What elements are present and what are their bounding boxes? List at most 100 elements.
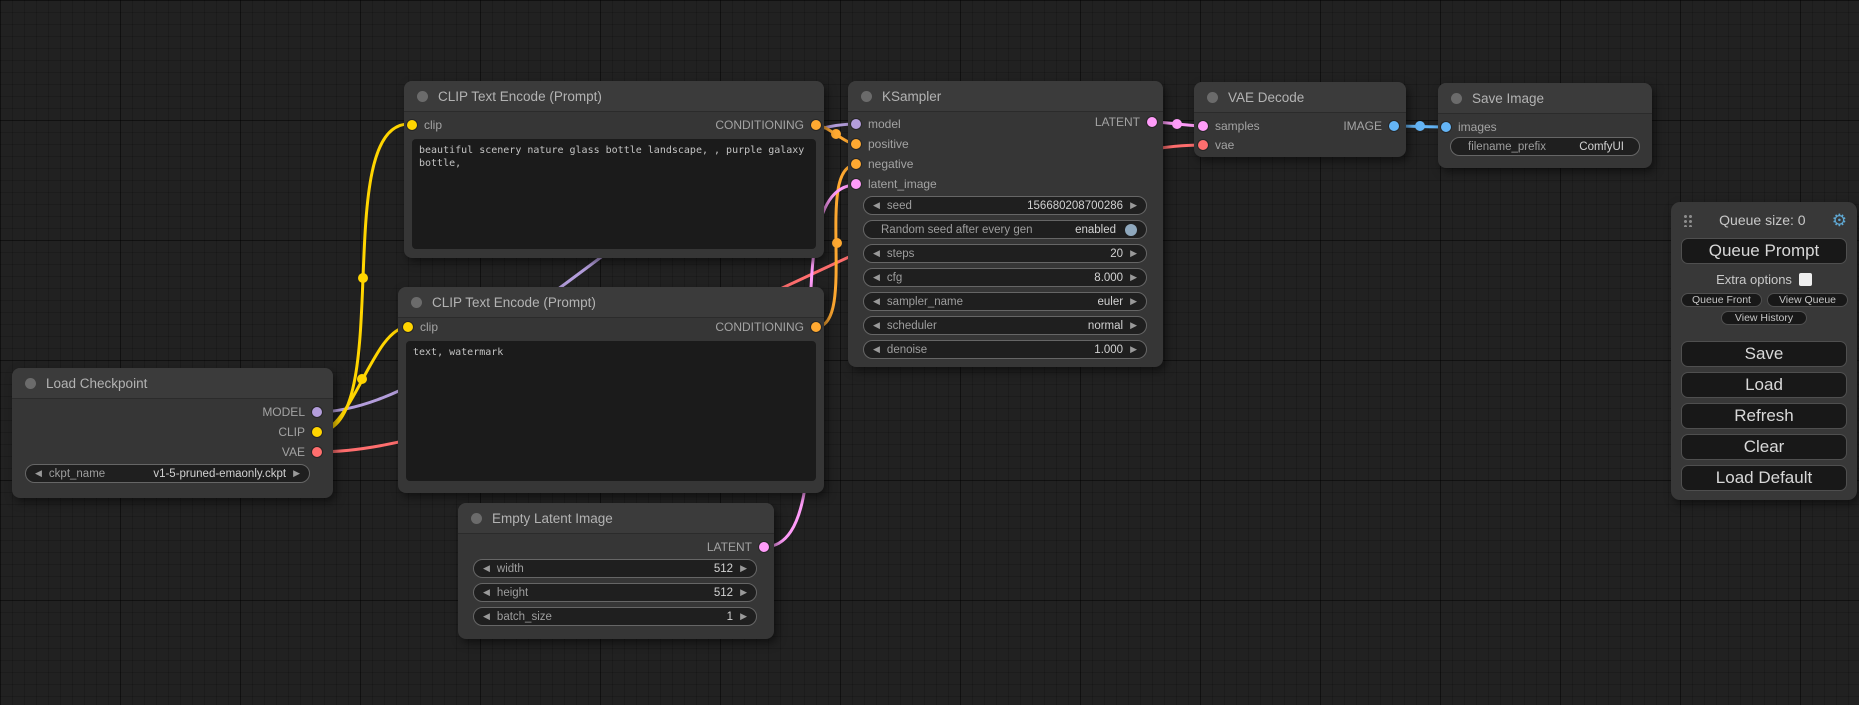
decrement-arrow-icon[interactable]: ◀ bbox=[873, 321, 880, 330]
decrement-arrow-icon[interactable]: ◀ bbox=[873, 297, 880, 306]
output-port-clip[interactable] bbox=[312, 427, 322, 437]
increment-arrow-icon[interactable]: ▶ bbox=[1130, 201, 1137, 210]
node-header[interactable]: VAE Decode bbox=[1194, 82, 1406, 113]
node-title: VAE Decode bbox=[1228, 90, 1304, 105]
input-port-positive[interactable] bbox=[851, 139, 861, 149]
widget-ckpt-name[interactable]: ◀ ckpt_name v1-5-pruned-emaonly.ckpt ▶ bbox=[25, 464, 310, 483]
decrement-arrow-icon[interactable]: ◀ bbox=[483, 588, 490, 597]
collapse-dot-icon[interactable] bbox=[411, 297, 422, 308]
decrement-arrow-icon[interactable]: ◀ bbox=[873, 273, 880, 282]
settings-gear-icon[interactable]: ⚙ bbox=[1832, 212, 1847, 229]
view-queue-button[interactable]: View Queue bbox=[1767, 293, 1848, 307]
decrement-arrow-icon[interactable]: ◀ bbox=[35, 469, 42, 478]
save-button[interactable]: Save bbox=[1681, 341, 1847, 367]
input-port-vae[interactable] bbox=[1198, 140, 1208, 150]
collapse-dot-icon[interactable] bbox=[1451, 93, 1462, 104]
increment-arrow-icon[interactable]: ▶ bbox=[1130, 249, 1137, 258]
toggle-circle-icon[interactable] bbox=[1125, 224, 1137, 236]
node-header[interactable]: Empty Latent Image bbox=[458, 503, 774, 534]
output-port-latent[interactable] bbox=[759, 542, 769, 552]
output-port-latent[interactable] bbox=[1147, 117, 1157, 127]
collapse-dot-icon[interactable] bbox=[471, 513, 482, 524]
node-load-checkpoint[interactable]: Load Checkpoint MODEL CLIP VAE ◀ ckpt_na… bbox=[12, 368, 333, 498]
input-port-clip[interactable] bbox=[403, 322, 413, 332]
decrement-arrow-icon[interactable]: ◀ bbox=[483, 564, 490, 573]
decrement-arrow-icon[interactable]: ◀ bbox=[873, 249, 880, 258]
drag-handle-icon[interactable] bbox=[1683, 213, 1693, 227]
widget-label: width bbox=[497, 563, 524, 575]
input-label: vae bbox=[1215, 138, 1234, 152]
output-port-model[interactable] bbox=[312, 407, 322, 417]
widget-width[interactable]: ◀ width 512 ▶ bbox=[473, 559, 757, 578]
load-button[interactable]: Load bbox=[1681, 372, 1847, 398]
node-ksampler[interactable]: KSampler model positive negative latent_… bbox=[848, 81, 1163, 367]
widget-scheduler[interactable]: ◀ scheduler normal ▶ bbox=[863, 316, 1147, 335]
refresh-button[interactable]: Refresh bbox=[1681, 403, 1847, 429]
queue-prompt-button[interactable]: Queue Prompt bbox=[1681, 238, 1847, 264]
node-title: KSampler bbox=[882, 89, 941, 104]
widget-steps[interactable]: ◀ steps 20 ▶ bbox=[863, 244, 1147, 263]
output-port-conditioning[interactable] bbox=[811, 120, 821, 130]
clear-button[interactable]: Clear bbox=[1681, 434, 1847, 460]
widget-denoise[interactable]: ◀ denoise 1.000 ▶ bbox=[863, 340, 1147, 359]
node-header[interactable]: Load Checkpoint bbox=[12, 368, 333, 399]
load-default-button[interactable]: Load Default bbox=[1681, 465, 1847, 491]
widget-value: 20 bbox=[1110, 248, 1123, 260]
widget-value: 8.000 bbox=[1094, 272, 1123, 284]
increment-arrow-icon[interactable]: ▶ bbox=[1130, 345, 1137, 354]
widget-cfg[interactable]: ◀ cfg 8.000 ▶ bbox=[863, 268, 1147, 287]
decrement-arrow-icon[interactable]: ◀ bbox=[873, 201, 880, 210]
node-vae-decode[interactable]: VAE Decode samples vae IMAGE bbox=[1194, 82, 1406, 157]
increment-arrow-icon[interactable]: ▶ bbox=[1130, 273, 1137, 282]
node-save-image[interactable]: Save Image images filename_prefix ComfyU… bbox=[1438, 83, 1652, 168]
widget-label: cfg bbox=[887, 272, 902, 284]
node-clip-text-encode-negative[interactable]: CLIP Text Encode (Prompt) clip CONDITION… bbox=[398, 287, 824, 493]
increment-arrow-icon[interactable]: ▶ bbox=[293, 469, 300, 478]
graph-canvas[interactable]: Load Checkpoint MODEL CLIP VAE ◀ ckpt_na… bbox=[0, 0, 1859, 705]
increment-arrow-icon[interactable]: ▶ bbox=[740, 612, 747, 621]
decrement-arrow-icon[interactable]: ◀ bbox=[483, 612, 490, 621]
node-header[interactable]: CLIP Text Encode (Prompt) bbox=[398, 287, 824, 318]
input-label: negative bbox=[868, 157, 913, 171]
extra-options-checkbox[interactable] bbox=[1799, 273, 1812, 286]
output-port-image[interactable] bbox=[1389, 121, 1399, 131]
node-clip-text-encode-positive[interactable]: CLIP Text Encode (Prompt) clip CONDITION… bbox=[404, 81, 824, 258]
prompt-textarea[interactable]: text, watermark bbox=[406, 341, 816, 481]
output-port-vae[interactable] bbox=[312, 447, 322, 457]
input-port-latent-image[interactable] bbox=[851, 179, 861, 189]
collapse-dot-icon[interactable] bbox=[417, 91, 428, 102]
widget-filename-prefix[interactable]: filename_prefix ComfyUI bbox=[1450, 137, 1640, 156]
input-port-clip[interactable] bbox=[407, 120, 417, 130]
queue-front-button[interactable]: Queue Front bbox=[1681, 293, 1762, 307]
widget-sampler-name[interactable]: ◀ sampler_name euler ▶ bbox=[863, 292, 1147, 311]
node-empty-latent-image[interactable]: Empty Latent Image LATENT ◀ width 512 ▶ … bbox=[458, 503, 774, 639]
increment-arrow-icon[interactable]: ▶ bbox=[740, 588, 747, 597]
increment-arrow-icon[interactable]: ▶ bbox=[740, 564, 747, 573]
collapse-dot-icon[interactable] bbox=[25, 378, 36, 389]
collapse-dot-icon[interactable] bbox=[1207, 92, 1218, 103]
widget-label: height bbox=[497, 587, 528, 599]
output-label: MODEL bbox=[262, 405, 305, 419]
collapse-dot-icon[interactable] bbox=[861, 91, 872, 102]
increment-arrow-icon[interactable]: ▶ bbox=[1130, 321, 1137, 330]
extra-options-label: Extra options bbox=[1716, 272, 1792, 287]
widget-label: ckpt_name bbox=[49, 468, 105, 480]
widget-seed[interactable]: ◀ seed 156680208700286 ▶ bbox=[863, 196, 1147, 215]
widget-batch-size[interactable]: ◀ batch_size 1 ▶ bbox=[473, 607, 757, 626]
input-port-model[interactable] bbox=[851, 119, 861, 129]
decrement-arrow-icon[interactable]: ◀ bbox=[873, 345, 880, 354]
view-history-button[interactable]: View History bbox=[1721, 311, 1807, 325]
node-header[interactable]: Save Image bbox=[1438, 83, 1652, 114]
increment-arrow-icon[interactable]: ▶ bbox=[1130, 297, 1137, 306]
link-dot bbox=[832, 238, 842, 248]
node-header[interactable]: KSampler bbox=[848, 81, 1163, 112]
input-port-images[interactable] bbox=[1441, 122, 1451, 132]
queue-size-label: Queue size: 0 bbox=[1693, 212, 1832, 228]
input-port-negative[interactable] bbox=[851, 159, 861, 169]
output-port-conditioning[interactable] bbox=[811, 322, 821, 332]
input-port-samples[interactable] bbox=[1198, 121, 1208, 131]
widget-random-seed-toggle[interactable]: Random seed after every gen enabled bbox=[863, 220, 1147, 239]
widget-height[interactable]: ◀ height 512 ▶ bbox=[473, 583, 757, 602]
node-header[interactable]: CLIP Text Encode (Prompt) bbox=[404, 81, 824, 112]
prompt-textarea[interactable]: beautiful scenery nature glass bottle la… bbox=[412, 139, 816, 249]
